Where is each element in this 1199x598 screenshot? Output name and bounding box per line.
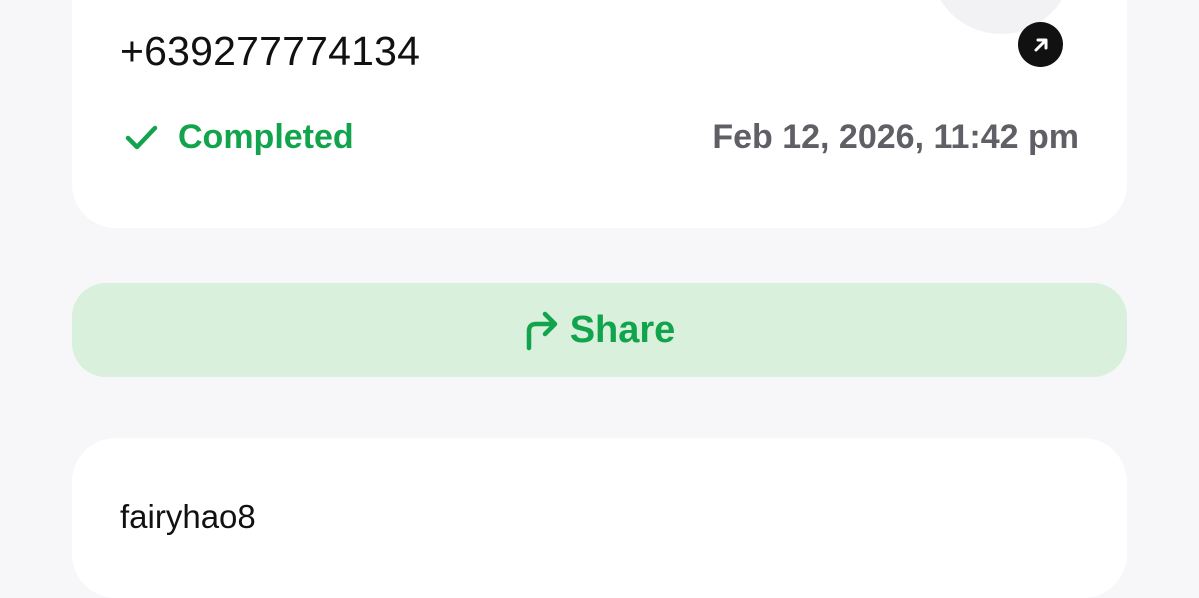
status-label: Completed (178, 118, 354, 156)
phone-number: +639277774134 (120, 28, 421, 74)
status-row: Completed (124, 118, 354, 157)
transaction-card: +639277774134 Completed Feb 12, 2026, 11… (72, 0, 1127, 228)
share-forward-arrow-icon (526, 311, 557, 351)
arrow-up-right-icon[interactable] (1018, 22, 1063, 67)
share-label: Share (569, 308, 676, 351)
share-button[interactable]: Share (72, 283, 1127, 377)
username: fairyhao8 (120, 498, 256, 535)
details-card: fairyhao8 (72, 438, 1127, 598)
checkmark-icon (125, 125, 158, 149)
transaction-timestamp: Feb 12, 2026, 11:42 pm (712, 118, 1079, 156)
